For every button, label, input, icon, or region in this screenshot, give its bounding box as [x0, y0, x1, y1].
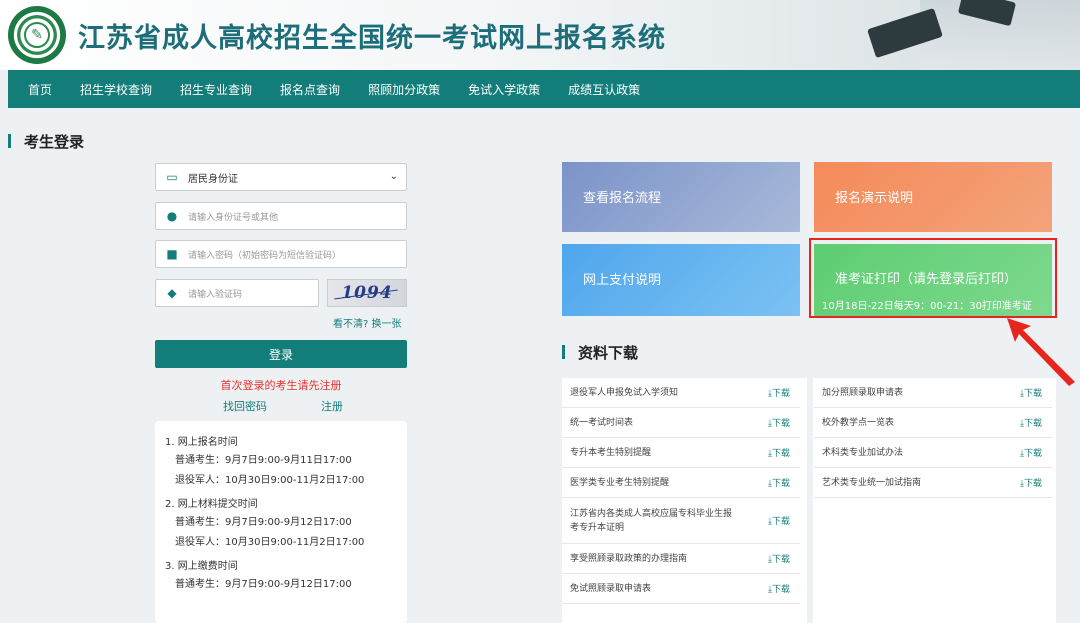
site-title: 江苏省成人高校招生全国统一考试网上报名系统	[78, 23, 666, 54]
refresh-captcha-link[interactable]: 看不清? 换一张	[333, 315, 402, 330]
download-link[interactable]: ⤓下载	[1020, 446, 1042, 459]
login-section-title: 考生登录	[8, 131, 84, 152]
annotation-arrow-icon	[1007, 318, 1075, 386]
first-login-notice: 首次登录的考生请先注册	[220, 379, 342, 392]
download-row: 统一考试时间表 ⤓下载	[562, 408, 800, 438]
tile-payment-guide[interactable]: 网上支付说明	[562, 244, 800, 316]
id-type-value: 居民身份证	[188, 173, 238, 185]
notice-item-line: 普通考生：9月7日9:00-9月12日17:00	[175, 517, 352, 528]
download-link[interactable]: ⤓下载	[768, 552, 790, 565]
notice-item-line: 普通考生：9月7日9:00-9月12日17:00	[175, 579, 352, 590]
tile-label: 网上支付说明	[583, 273, 662, 288]
lock-icon: ■	[166, 247, 178, 261]
download-link[interactable]: ⤓下载	[768, 386, 790, 399]
download-name: 医学类专业考生特别提醒	[570, 477, 670, 488]
downloads-right-column: 加分照顾录取申请表 ⤓下载 校外教学点一览表 ⤓下载 术科类专业加试办法 ⤓下载…	[814, 378, 1052, 498]
nav-school-query[interactable]: 招生学校查询	[66, 81, 166, 98]
site-logo: ✎	[8, 6, 66, 64]
nav-bonus-policy[interactable]: 照顾加分政策	[354, 81, 454, 98]
main-nav: 首页 招生学校查询 招生专业查询 报名点查询 照顾加分政策 免试入学政策 成绩互…	[8, 70, 1080, 108]
download-row: 加分照顾录取申请表 ⤓下载	[814, 378, 1052, 408]
download-link[interactable]: ⤓下载	[768, 416, 790, 429]
find-password-link[interactable]: 找回密码	[223, 398, 267, 414]
download-link[interactable]: ⤓下载	[768, 582, 790, 595]
column-divider	[807, 378, 813, 623]
notice-item-line: 普通考生：9月7日9:00-9月11日17:00	[175, 455, 352, 466]
download-name: 江苏省内各类成人高校应届专科毕业生报考专升本证明	[570, 508, 733, 533]
download-name: 统一考试时间表	[570, 417, 634, 428]
download-row: 免试照顾录取申请表 ⤓下载	[562, 574, 800, 604]
highlight-annotation-box	[809, 238, 1057, 318]
id-number-input[interactable]: ● 请输入身份证号或其他	[155, 202, 407, 230]
download-name: 术科类专业加试办法	[822, 447, 904, 458]
id-number-placeholder: 请输入身份证号或其他	[188, 212, 279, 223]
id-card-icon: ▭	[166, 170, 178, 184]
download-link[interactable]: ⤓下载	[768, 446, 790, 459]
download-link[interactable]: ⤓下载	[1020, 386, 1042, 399]
nav-exempt-policy[interactable]: 免试入学政策	[454, 81, 554, 98]
download-row: 艺术类专业统一加试指南 ⤓下载	[814, 468, 1052, 498]
captcha-input[interactable]: ◆ 请输入验证码	[155, 279, 319, 307]
downloads-panel: 退役军人申报免试入学须知 ⤓下载 统一考试时间表 ⤓下载 专升本考生特别提醒 ⤓…	[562, 378, 1056, 623]
download-name: 艺术类专业统一加试指南	[822, 477, 922, 488]
download-name: 退役军人申报免试入学须知	[570, 387, 679, 398]
register-link[interactable]: 注册	[321, 398, 343, 414]
nav-site-query[interactable]: 报名点查询	[266, 81, 354, 98]
id-type-select[interactable]: ▭ 居民身份证 ⌄	[155, 163, 407, 191]
logo-emblem-icon: ✎	[24, 22, 50, 48]
password-input[interactable]: ■ 请输入密码（初始密码为短信验证码）	[155, 240, 407, 268]
download-name: 免试照顾录取申请表	[570, 583, 652, 594]
chevron-down-icon: ⌄	[389, 171, 398, 182]
notice-item-title: 3. 网上缴费时间	[165, 561, 238, 572]
tile-label: 报名演示说明	[835, 191, 914, 206]
download-link[interactable]: ⤓下载	[1020, 416, 1042, 429]
download-link[interactable]: ⤓下载	[768, 476, 790, 489]
notice-item-title: 2. 网上材料提交时间	[165, 499, 258, 510]
tile-registration-flow[interactable]: 查看报名流程	[562, 162, 800, 232]
notice-item-line: 退役军人：10月30日9:00-11月2日17:00	[175, 475, 365, 486]
password-placeholder: 请输入密码（初始密码为短信验证码）	[188, 250, 342, 261]
downloads-section-title: 资料下载	[562, 342, 638, 363]
download-row: 享受照顾录取政策的办理指南 ⤓下载	[562, 544, 800, 574]
nav-major-query[interactable]: 招生专业查询	[166, 81, 266, 98]
download-row: 术科类专业加试办法 ⤓下载	[814, 438, 1052, 468]
download-name: 专升本考生特别提醒	[570, 447, 652, 458]
download-name: 校外教学点一览表	[822, 417, 895, 428]
download-link[interactable]: ⤓下载	[768, 514, 790, 527]
download-row: 专升本考生特别提醒 ⤓下载	[562, 438, 800, 468]
nav-home[interactable]: 首页	[8, 81, 66, 98]
site-header: ✎ 江苏省成人高校招生全国统一考试网上报名系统	[0, 0, 1080, 70]
captcha-image[interactable]: 1094	[327, 279, 407, 307]
download-name: 加分照顾录取申请表	[822, 387, 904, 398]
user-icon: ●	[166, 209, 178, 223]
download-row: 医学类专业考生特别提醒 ⤓下载	[562, 468, 800, 498]
login-button[interactable]: 登录	[155, 340, 407, 368]
shield-icon: ◆	[167, 286, 177, 300]
notice-panel: 1. 网上报名时间 普通考生：9月7日9:00-9月11日17:00 退役军人：…	[155, 421, 407, 623]
nav-credit-policy[interactable]: 成绩互认政策	[554, 81, 654, 98]
notice-item-title: 1. 网上报名时间	[165, 437, 238, 448]
notice-item-line: 退役军人：10月30日9:00-11月2日17:00	[175, 537, 365, 548]
download-row: 校外教学点一览表 ⤓下载	[814, 408, 1052, 438]
download-row: 江苏省内各类成人高校应届专科毕业生报考专升本证明 ⤓下载	[562, 498, 800, 544]
download-link[interactable]: ⤓下载	[1020, 476, 1042, 489]
tile-registration-demo[interactable]: 报名演示说明	[814, 162, 1052, 232]
download-name: 享受照顾录取政策的办理指南	[570, 553, 688, 564]
tile-label: 查看报名流程	[583, 191, 662, 206]
captcha-placeholder: 请输入验证码	[188, 289, 243, 300]
downloads-left-column: 退役军人申报免试入学须知 ⤓下载 统一考试时间表 ⤓下载 专升本考生特别提醒 ⤓…	[562, 378, 800, 604]
download-row: 退役军人申报免试入学须知 ⤓下载	[562, 378, 800, 408]
